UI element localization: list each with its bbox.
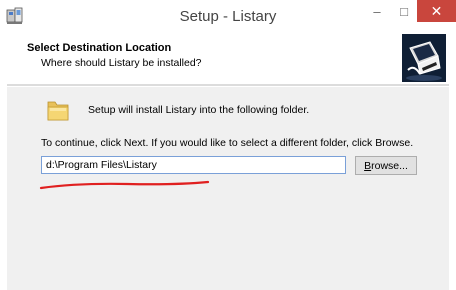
browse-button-label: rowse... (371, 159, 408, 172)
red-underline-annotation (39, 180, 210, 190)
setup-window: Setup - Listary – □ ✕ Select Destination… (0, 0, 456, 290)
close-button[interactable]: ✕ (417, 0, 456, 22)
page-subtitle: Where should Listary be installed? (41, 57, 202, 69)
wizard-content: Setup will install Listary into the foll… (7, 87, 449, 290)
continue-instructions: To continue, click Next. If you would li… (41, 137, 414, 149)
wizard-header: Select Destination Location Where should… (7, 34, 449, 84)
setup-computer-logo (402, 34, 446, 82)
folder-icon (47, 101, 69, 121)
destination-path-input[interactable]: d:\Program Files\Listary (41, 156, 346, 174)
install-folder-text: Setup will install Listary into the foll… (88, 104, 310, 116)
browse-button[interactable]: Browse... (355, 156, 417, 175)
browse-button-mnemonic: B (364, 159, 372, 172)
maximize-button[interactable]: □ (392, 0, 416, 22)
page-title: Select Destination Location (27, 42, 172, 54)
minimize-button[interactable]: – (364, 0, 390, 22)
title-bar[interactable]: Setup - Listary – □ ✕ (0, 0, 456, 34)
